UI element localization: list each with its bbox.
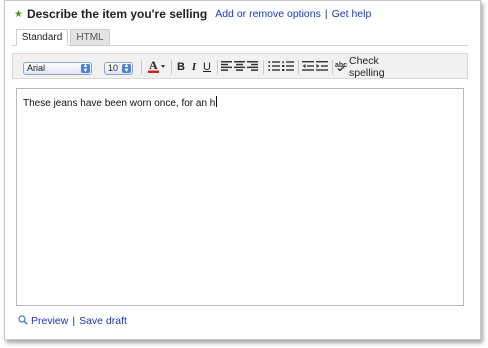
select-arrows-icon: ▲ ▼	[122, 63, 131, 74]
magnifier-icon	[18, 314, 28, 328]
underline-icon: U	[203, 61, 211, 73]
save-draft-link[interactable]: Save draft	[79, 315, 127, 327]
tab-standard[interactable]: Standard	[16, 29, 68, 46]
font-size-value: 10	[108, 63, 119, 73]
outdent-icon	[301, 60, 314, 74]
font-family-value: Arial	[27, 63, 46, 73]
numbered-list-icon	[281, 60, 294, 74]
align-center-icon	[233, 60, 245, 74]
footer-separator: |	[72, 315, 76, 327]
preview-link[interactable]: Preview	[31, 315, 68, 327]
editor-footer: Preview | Save draft	[18, 314, 127, 328]
toolbar-divider	[141, 60, 142, 74]
toolbar-divider	[263, 60, 264, 74]
bold-button[interactable]: B	[175, 59, 187, 75]
toolbar-divider	[332, 60, 333, 74]
toolbar-divider	[171, 60, 172, 74]
align-left-icon	[220, 60, 232, 74]
editor-tabs: Standard HTML	[12, 25, 468, 46]
header-separator: |	[324, 8, 328, 20]
font-family-select[interactable]: Arial ▲ ▼	[23, 62, 92, 75]
get-help-link[interactable]: Get help	[332, 8, 372, 20]
formatting-toolbar: Arial ▲ ▼ 10 ▲ ▼ A B I U abc Check spell…	[12, 53, 468, 79]
toolbar-divider	[298, 60, 299, 74]
description-editor[interactable]: These jeans have been worn once, for an …	[16, 88, 464, 306]
section-title: Describe the item you're selling	[26, 7, 208, 21]
select-arrows-icon: ▲ ▼	[81, 63, 90, 74]
spellcheck-icon: abc	[335, 60, 347, 74]
required-star-icon: ★	[14, 8, 23, 20]
tab-html[interactable]: HTML	[70, 29, 110, 46]
align-right-icon	[246, 60, 258, 74]
item-description-panel: ★ Describe the item you're selling Add o…	[4, 0, 481, 340]
font-size-select[interactable]: 10 ▲ ▼	[104, 62, 133, 75]
bullet-list-icon	[267, 60, 280, 74]
underline-button[interactable]: U	[201, 59, 213, 75]
align-center-button[interactable]	[233, 59, 245, 75]
add-remove-options-link[interactable]: Add or remove options	[215, 8, 321, 20]
bullet-list-button[interactable]	[267, 59, 280, 75]
bold-icon: B	[177, 61, 185, 73]
italic-icon: I	[191, 61, 197, 73]
outdent-button[interactable]	[301, 59, 314, 75]
align-left-button[interactable]	[220, 59, 232, 75]
check-spelling-button[interactable]: abc Check spelling	[335, 55, 407, 79]
svg-text:abc: abc	[335, 62, 347, 69]
italic-button[interactable]: I	[188, 59, 200, 75]
font-color-button[interactable]: A	[147, 58, 167, 77]
indent-button[interactable]	[315, 59, 328, 75]
svg-text:A: A	[149, 58, 158, 72]
align-right-button[interactable]	[246, 59, 258, 75]
indent-icon	[315, 60, 328, 74]
check-spelling-label: Check spelling	[349, 55, 385, 79]
toolbar-divider	[217, 60, 218, 74]
section-header: ★ Describe the item you're selling Add o…	[14, 5, 371, 23]
numbered-list-button[interactable]	[281, 59, 294, 75]
editor-text: These jeans have been worn once, for an …	[23, 98, 216, 109]
font-color-icon: A	[147, 58, 167, 77]
text-caret	[216, 96, 218, 107]
